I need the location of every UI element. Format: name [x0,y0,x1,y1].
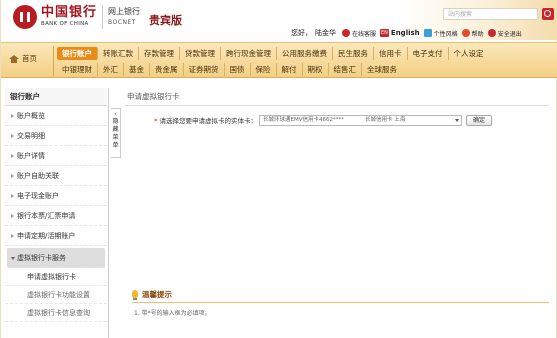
sidebar-subitem-2[interactable]: 虚拟银行卡功能设置 [5,286,107,304]
nav-item-5[interactable]: 跨行现金管理 [221,47,277,60]
card-select-label: * 请选择您要申请虚拟卡的实体卡： [154,117,257,125]
sidebar-title: 银行账户 [5,88,107,106]
nav-subitem-2[interactable]: 外汇 [98,63,124,76]
nav-item-6[interactable]: 公用服务缴费 [277,47,333,60]
lock-icon [487,29,496,37]
nav-subitem-4[interactable]: 贵金属 [150,63,184,76]
chevron-down-icon [455,118,459,122]
selected-card-name: 长城环球通EMV信用卡4662**** [263,116,344,123]
sidebar: 银行账户 账户概览 交易明细 账户详情 账户自助关联 电子现金账户 银行本票/汇票申请 申请… [5,88,107,338]
tips-title: 温馨提示 [142,289,172,299]
page-title: 申请虚拟银行卡 [125,88,549,106]
page: 中国银行 BANK OF CHINA 网上银行 BOCNET 贵宾版 站内搜索 … [0,0,557,338]
sidebar-subitem-3[interactable]: 虚拟银行卡信息查询 [5,304,107,322]
logo-sub-chinese: 网上银行 [108,6,141,16]
online-service-link[interactable]: 在线客服 [342,29,376,38]
user-name: 陆金华 [315,29,336,37]
card-select-row: * 请选择您要申请虚拟卡的实体卡： 长城环球通EMV信用卡4662**** 长城信用… [125,114,549,126]
nav-subitem-7[interactable]: 保险 [251,63,277,76]
nav-item-7[interactable]: 民生服务 [333,47,374,60]
main-content: 申请虚拟银行卡 * 请选择您要申请虚拟卡的实体卡： 长城环球通EMV信用卡4662… [125,88,549,338]
english-flag-icon: EN [380,29,389,37]
nav-subitem-11[interactable]: 全球服务 [362,63,402,76]
sidebar-item-6[interactable]: 银行本票/汇票申请 [5,206,107,226]
sidebar-submenu: 申请虚拟银行卡 虚拟银行卡功能设置 虚拟银行卡信息查询 [5,268,107,322]
tips-panel: 温馨提示 1. 带*号的输入框为必填项。 [132,288,549,317]
nav-row-primary: 银行账户 转账汇款 存款管理 贷款管理 跨行现金管理 公用服务缴费 民生服务 信用卡 电子支付个… [57,47,489,60]
chevron-left-icon: ‹ [114,110,117,118]
sidebar-item-4[interactable]: 账户自助关联 [5,166,107,186]
greeting-text: 您好， [291,29,312,37]
logo-sub-english: BOCNET [108,18,136,26]
customer-service-icon [342,29,350,37]
sidebar-item-2[interactable]: 交易明细 [5,126,107,146]
nav-item-4[interactable]: 贷款管理 [180,47,221,60]
logout-link[interactable]: 安全退出 [487,29,522,38]
sidebar-item-7[interactable]: 申请定期/活期账户 [5,226,107,246]
tips-divider [132,302,549,303]
main-navigation: 首页 银行账户 转账汇款 存款管理 贷款管理 跨行现金管理 公用服务缴费 民生服务 信用卡 电子… [1,42,557,78]
logo-chinese-name: 中国银行 [41,5,98,21]
logo-divider [102,5,104,29]
help-icon [461,29,470,37]
sidebar-item-5[interactable]: 电子现金账户 [5,186,107,206]
nav-subitem-1[interactable]: 中银理财 [57,63,98,76]
hide-menu-label: 隐藏菜单 [112,118,119,149]
style-link[interactable]: 个性风格 [423,29,458,38]
top-header: 中国银行 BANK OF CHINA 网上银行 BOCNET 贵宾版 站内搜索 … [1,0,557,40]
nav-item-9[interactable]: 电子支付 [408,47,449,60]
sidebar-item-virtual-card-service[interactable]: 虚拟银行卡服务 [7,248,105,268]
sidebar-item-1[interactable]: 账户概览 [5,106,107,126]
home-link[interactable]: 首页 [9,53,37,64]
physical-card-select[interactable]: 长城环球通EMV信用卡4662**** 长城信用卡 上海 [259,114,462,126]
hide-menu-toggle[interactable]: ‹ 隐藏菜单 [111,108,121,158]
nav-item-2[interactable]: 转账汇款 [98,47,139,60]
bank-of-china-logo-icon [13,5,37,29]
required-mark: * [154,117,158,125]
nav-subitem-8[interactable]: 解付 [277,63,303,76]
nav-item-10[interactable]: 个人设定 [449,47,489,60]
nav-subitem-6[interactable]: 国债 [225,63,251,76]
nav-subitem-9[interactable]: 期权 [303,63,329,76]
site-search-input[interactable]: 站内搜索 [443,8,538,20]
home-icon [9,54,19,63]
tips-text: 1. 带*号的输入框为必填项。 [134,310,211,317]
vip-edition-label: 贵宾版 [149,14,182,27]
logo-english-name: BANK OF CHINA [41,21,89,28]
nav-subitem-5[interactable]: 证券期货 [184,63,225,76]
nav-subitem-10[interactable]: 结售汇 [329,63,362,76]
nav-row-secondary: 中银理财 外汇 基金 贵金属 证券期货 国债 保险 解付 期权 结售汇 全球服务 [57,63,402,76]
sidebar-divider [108,88,109,338]
nav-subitem-3[interactable]: 基金 [124,63,150,76]
nav-divider [53,46,54,76]
help-link[interactable]: 帮助 [461,29,484,38]
sidebar-item-3[interactable]: 账户详情 [5,146,107,166]
nav-item-8[interactable]: 信用卡 [374,47,408,60]
nav-item-1[interactable]: 银行账户 [57,47,98,60]
selected-card-region: 长城信用卡 上海 [365,116,406,123]
sidebar-menu: 账户概览 交易明细 账户详情 账户自助关联 电子现金账户 银行本票/汇票申请 申请定期/活期… [5,106,107,246]
search-icon[interactable] [542,8,554,20]
user-bar: 您好， 陆金华 在线客服 EN English 个性风格 帮助 安全退出 [291,28,526,38]
lightbulb-icon [132,290,138,300]
nav-item-3[interactable]: 存款管理 [139,47,180,60]
confirm-button[interactable]: 确定 [466,114,492,126]
style-palette-icon [423,29,432,37]
bank-logo[interactable]: 中国银行 BANK OF CHINA 网上银行 BOCNET [13,5,140,29]
english-link[interactable]: EN English [380,29,420,37]
sidebar-subitem-1[interactable]: 申请虚拟银行卡 [5,268,107,286]
